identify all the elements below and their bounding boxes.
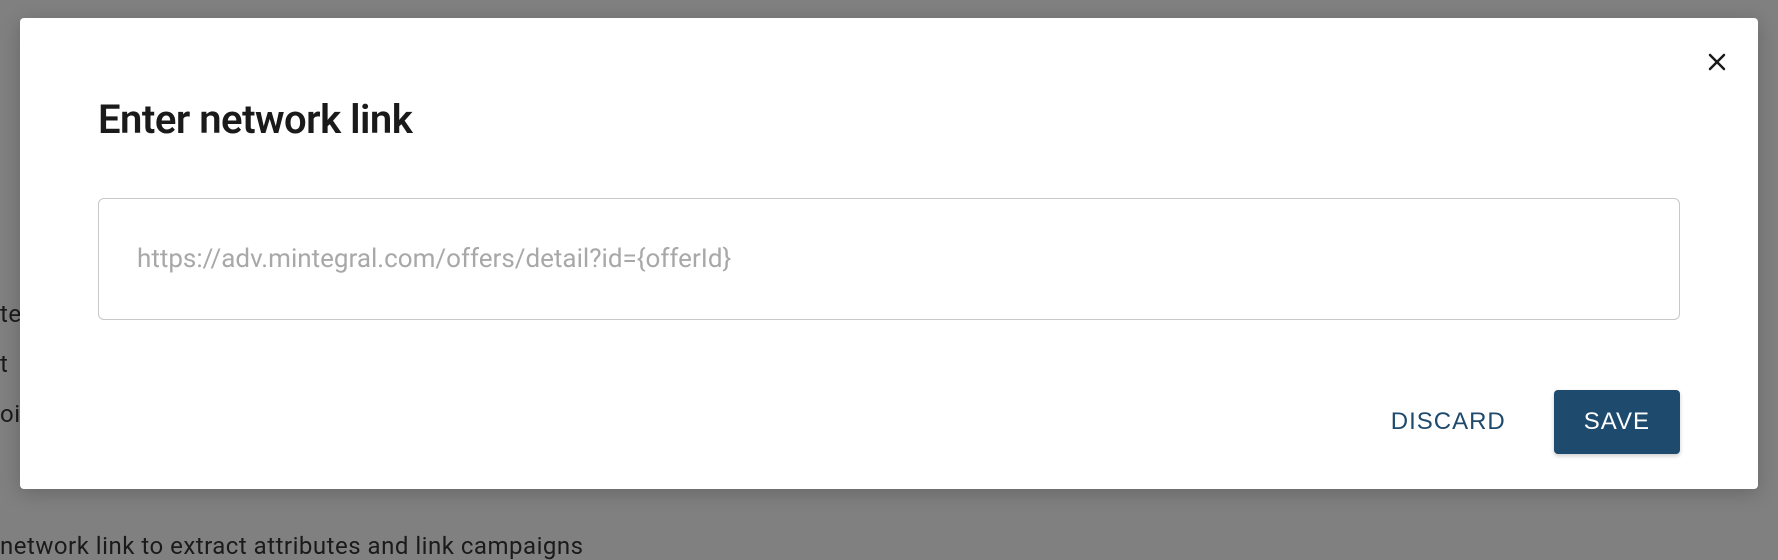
modal-dialog: Enter network link DISCARD SAVE	[20, 18, 1758, 489]
close-button[interactable]	[1701, 46, 1733, 78]
modal-title: Enter network link	[98, 96, 1680, 143]
background-fragment-3: oi	[0, 400, 21, 428]
discard-button[interactable]: DISCARD	[1383, 392, 1514, 452]
background-fragment-2: t	[0, 350, 8, 378]
close-icon	[1705, 50, 1729, 74]
save-button[interactable]: SAVE	[1554, 390, 1680, 454]
button-row: DISCARD SAVE	[98, 390, 1680, 454]
modal-content: Enter network link DISCARD SAVE	[20, 18, 1758, 489]
network-link-input[interactable]	[98, 198, 1680, 320]
